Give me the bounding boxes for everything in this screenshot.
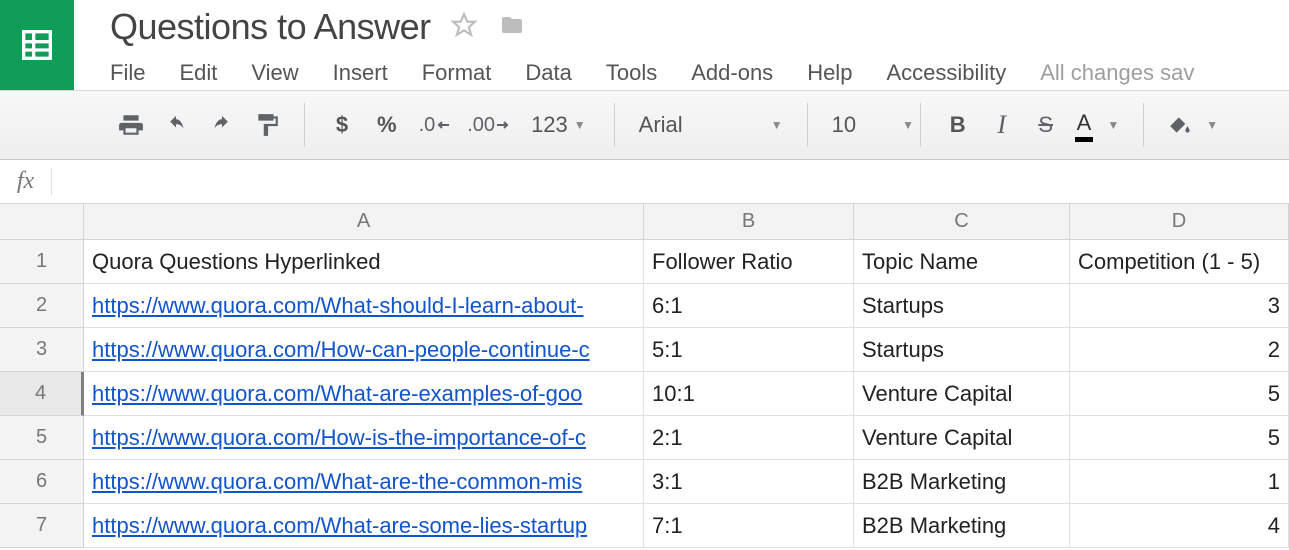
toolbar: $ % .0 .00 123▼ Arial ▼ 10 ▼ B xyxy=(0,90,1289,160)
cell-a6[interactable]: https://www.quora.com/What-are-the-commo… xyxy=(84,460,644,504)
toolbar-separator xyxy=(304,103,305,147)
cell-d2[interactable]: 3 xyxy=(1070,284,1289,328)
cell-d1[interactable]: Competition (1 - 5) xyxy=(1070,240,1289,284)
menu-format[interactable]: Format xyxy=(422,60,492,86)
cell-a4[interactable]: https://www.quora.com/What-are-examples-… xyxy=(84,372,644,416)
cell-d6[interactable]: 1 xyxy=(1070,460,1289,504)
cell-a3[interactable]: https://www.quora.com/How-can-people-con… xyxy=(84,328,644,372)
cell-b5[interactable]: 2:1 xyxy=(644,416,854,460)
column-header-d[interactable]: D xyxy=(1070,204,1289,240)
increase-decimal-button[interactable]: .00 xyxy=(467,108,509,142)
font-family-value: Arial xyxy=(639,112,683,138)
row-header-3[interactable]: 3 xyxy=(0,328,84,372)
fill-color-button[interactable]: ▼ xyxy=(1168,108,1218,142)
formula-bar: fx xyxy=(0,160,1289,204)
cell-b7[interactable]: 7:1 xyxy=(644,504,854,548)
chevron-down-icon: ▼ xyxy=(896,118,914,132)
row-header-6[interactable]: 6 xyxy=(0,460,84,504)
cell-c2[interactable]: Startups xyxy=(854,284,1070,328)
row-header-5[interactable]: 5 xyxy=(0,416,84,460)
undo-icon[interactable] xyxy=(162,108,190,142)
menu-help[interactable]: Help xyxy=(807,60,852,86)
select-all-corner[interactable] xyxy=(0,204,84,240)
menu-tools[interactable]: Tools xyxy=(606,60,657,86)
cell-b6[interactable]: 3:1 xyxy=(644,460,854,504)
cell-a7[interactable]: https://www.quora.com/What-are-some-lies… xyxy=(84,504,644,548)
strikethrough-button[interactable]: S xyxy=(1033,108,1059,142)
print-icon[interactable] xyxy=(118,108,144,142)
menu-accessibility[interactable]: Accessibility xyxy=(886,60,1006,86)
cell-a5[interactable]: https://www.quora.com/How-is-the-importa… xyxy=(84,416,644,460)
text-color-button[interactable]: A▼ xyxy=(1077,108,1120,142)
row-header-2[interactable]: 2 xyxy=(0,284,84,328)
toolbar-separator xyxy=(1143,103,1144,147)
column-header-c[interactable]: C xyxy=(854,204,1070,240)
font-family-dropdown[interactable]: Arial ▼ xyxy=(621,91,801,159)
cell-b4[interactable]: 10:1 xyxy=(644,372,854,416)
menu-addons[interactable]: Add-ons xyxy=(691,60,773,86)
cell-b1[interactable]: Follower Ratio xyxy=(644,240,854,284)
cell-a1[interactable]: Quora Questions Hyperlinked xyxy=(84,240,644,284)
font-size-value: 10 xyxy=(832,112,856,138)
row-header-4[interactable]: 4 xyxy=(0,372,84,416)
column-header-a[interactable]: A xyxy=(84,204,644,240)
toolbar-separator xyxy=(614,103,615,147)
percent-button[interactable]: % xyxy=(373,108,401,142)
cell-d4[interactable]: 5 xyxy=(1070,372,1289,416)
bold-button[interactable]: B xyxy=(945,108,971,142)
cell-c3[interactable]: Startups xyxy=(854,328,1070,372)
folder-icon[interactable] xyxy=(497,13,527,42)
cell-a2[interactable]: https://www.quora.com/What-should-I-lear… xyxy=(84,284,644,328)
cell-c1[interactable]: Topic Name xyxy=(854,240,1070,284)
column-header-b[interactable]: B xyxy=(644,204,854,240)
row-header-1[interactable]: 1 xyxy=(0,240,84,284)
sheets-logo[interactable] xyxy=(0,0,74,90)
row-header-7[interactable]: 7 xyxy=(0,504,84,548)
currency-button[interactable]: $ xyxy=(329,108,355,142)
number-format-dropdown[interactable]: 123▼ xyxy=(527,108,590,142)
formula-input[interactable] xyxy=(52,160,1289,203)
cell-c7[interactable]: B2B Marketing xyxy=(854,504,1070,548)
paint-format-icon[interactable] xyxy=(254,108,280,142)
save-status: All changes sav xyxy=(1040,60,1194,86)
header: Questions to Answer File Edit View Inser… xyxy=(0,0,1289,90)
menu-data[interactable]: Data xyxy=(525,60,571,86)
menu-view[interactable]: View xyxy=(251,60,298,86)
font-size-dropdown[interactable]: 10 ▼ xyxy=(814,91,914,159)
toolbar-separator xyxy=(807,103,808,147)
cell-c5[interactable]: Venture Capital xyxy=(854,416,1070,460)
italic-button[interactable]: I xyxy=(989,108,1015,142)
menu-file[interactable]: File xyxy=(110,60,145,86)
cell-d7[interactable]: 4 xyxy=(1070,504,1289,548)
redo-icon[interactable] xyxy=(208,108,236,142)
cell-d3[interactable]: 2 xyxy=(1070,328,1289,372)
cell-b3[interactable]: 5:1 xyxy=(644,328,854,372)
fx-label: fx xyxy=(0,168,52,195)
cell-c4[interactable]: Venture Capital xyxy=(854,372,1070,416)
spreadsheet-grid: A B C D 1 Quora Questions Hyperlinked Fo… xyxy=(0,204,1289,548)
menu-insert[interactable]: Insert xyxy=(333,60,388,86)
chevron-down-icon: ▼ xyxy=(765,118,783,132)
cell-b2[interactable]: 6:1 xyxy=(644,284,854,328)
toolbar-separator xyxy=(920,103,921,147)
cell-d5[interactable]: 5 xyxy=(1070,416,1289,460)
menu-edit[interactable]: Edit xyxy=(179,60,217,86)
cell-c6[interactable]: B2B Marketing xyxy=(854,460,1070,504)
menu-bar: File Edit View Insert Format Data Tools … xyxy=(110,48,1289,86)
sheets-icon xyxy=(17,25,57,65)
document-title[interactable]: Questions to Answer xyxy=(110,6,431,48)
star-icon[interactable] xyxy=(451,12,477,43)
decrease-decimal-button[interactable]: .0 xyxy=(419,108,450,142)
